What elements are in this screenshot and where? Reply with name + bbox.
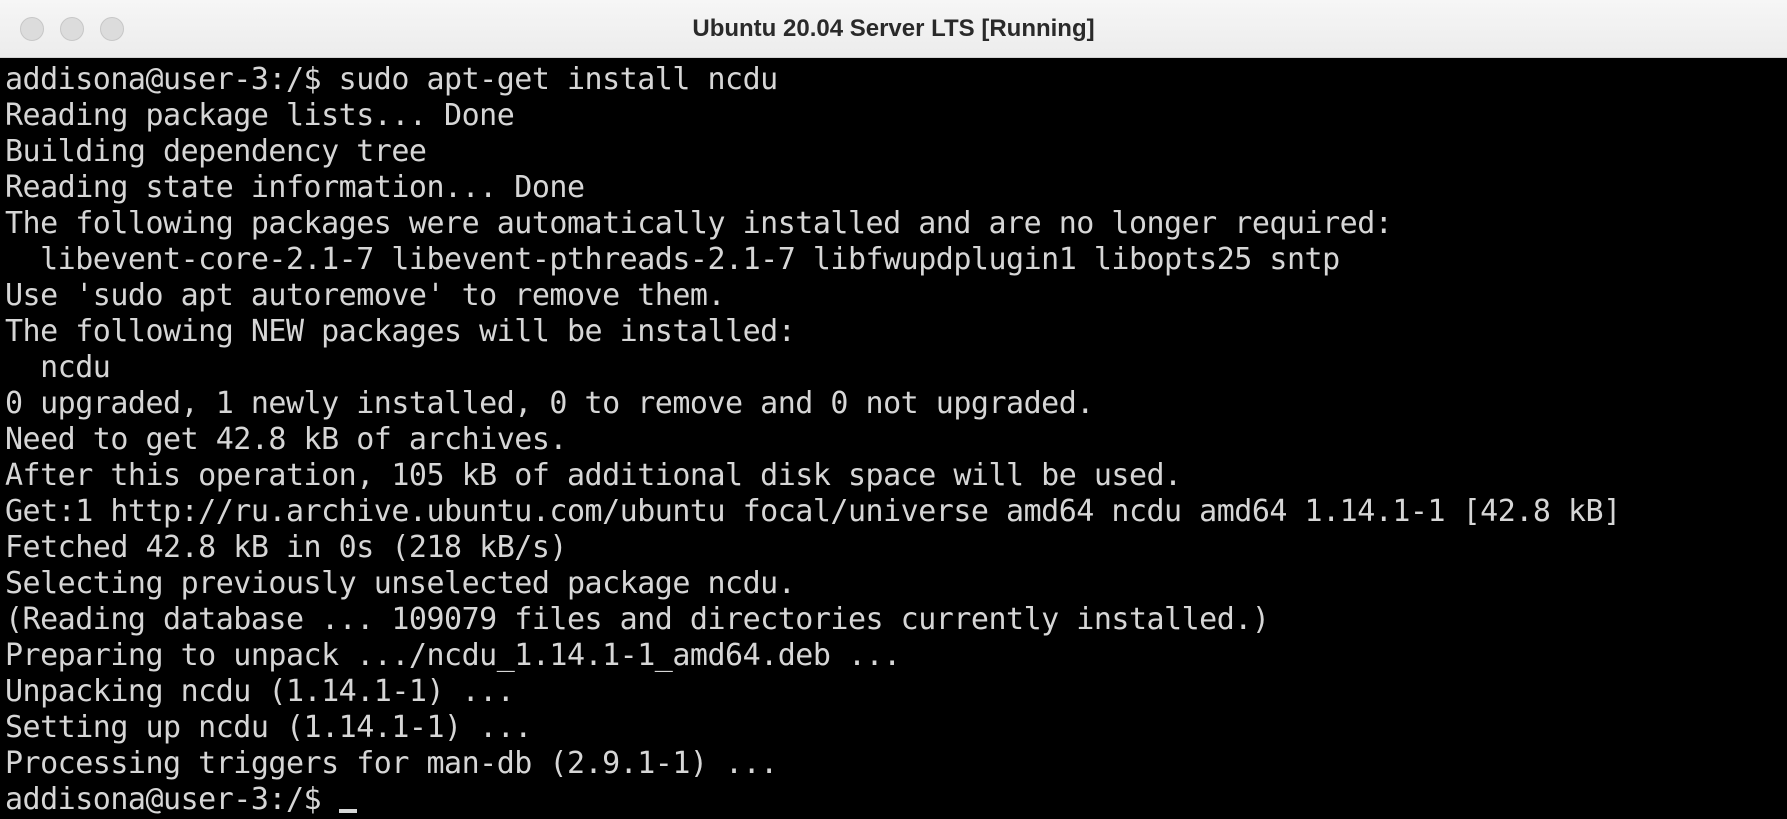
terminal-line: addisona@user-3:/$ sudo apt-get install … bbox=[5, 62, 778, 97]
terminal-line: Need to get 42.8 kB of archives. bbox=[5, 422, 567, 457]
terminal-line: Reading package lists... Done bbox=[5, 98, 515, 133]
terminal-line: The following NEW packages will be insta… bbox=[5, 314, 796, 349]
terminal-prompt-line[interactable]: addisona@user-3:/$ bbox=[5, 782, 1787, 818]
terminal-line: Reading state information... Done bbox=[5, 170, 585, 205]
terminal-console[interactable]: addisona@user-3:/$ sudo apt-get install … bbox=[0, 58, 1787, 819]
window-title: Ubuntu 20.04 Server LTS [Running] bbox=[692, 15, 1095, 42]
terminal-line: Unpacking ncdu (1.14.1-1) ... bbox=[5, 674, 515, 709]
terminal-line: Use 'sudo apt autoremove' to remove them… bbox=[5, 278, 726, 313]
vm-window: Ubuntu 20.04 Server LTS [Running] addiso… bbox=[0, 0, 1787, 819]
terminal-line: Processing triggers for man-db (2.9.1-1)… bbox=[5, 746, 778, 781]
terminal-line: After this operation, 105 kB of addition… bbox=[5, 458, 1182, 493]
shell-prompt: addisona@user-3:/$ bbox=[5, 782, 339, 817]
terminal-line: Get:1 http://ru.archive.ubuntu.com/ubunt… bbox=[5, 494, 1621, 529]
terminal-line: The following packages were automaticall… bbox=[5, 206, 1393, 241]
terminal-line: libevent-core-2.1-7 libevent-pthreads-2.… bbox=[5, 242, 1340, 277]
text-cursor bbox=[338, 809, 357, 813]
terminal-line: Preparing to unpack .../ncdu_1.14.1-1_am… bbox=[5, 638, 901, 673]
terminal-line: 0 upgraded, 1 newly installed, 0 to remo… bbox=[5, 386, 1094, 421]
terminal-line: (Reading database ... 109079 files and d… bbox=[5, 602, 1270, 637]
window-titlebar[interactable]: Ubuntu 20.04 Server LTS [Running] bbox=[0, 0, 1787, 58]
terminal-line: Building dependency tree bbox=[5, 134, 427, 169]
terminal-line: Selecting previously unselected package … bbox=[5, 566, 796, 601]
terminal-line: Setting up ncdu (1.14.1-1) ... bbox=[5, 710, 532, 745]
terminal-line: Fetched 42.8 kB in 0s (218 kB/s) bbox=[5, 530, 567, 565]
terminal-line: ncdu bbox=[5, 350, 111, 385]
